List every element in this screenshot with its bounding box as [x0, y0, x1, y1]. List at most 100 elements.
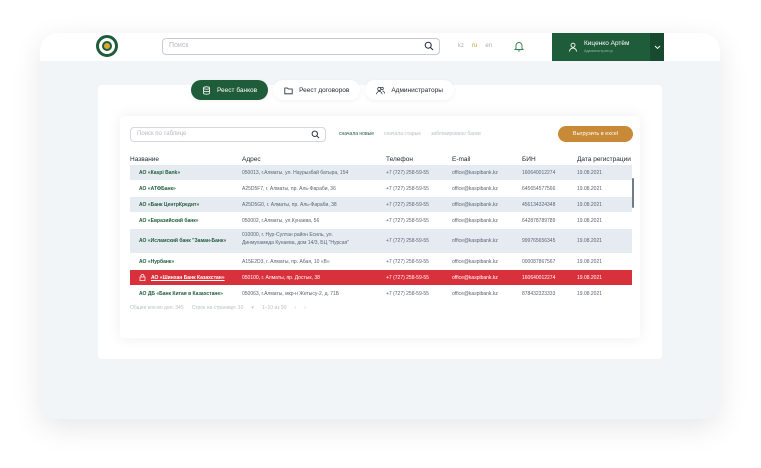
search-icon[interactable] [311, 130, 320, 139]
tab-contracts-registry[interactable]: Реест договоров [273, 80, 361, 100]
cell-address: 050002, г.Алматы, ул.Кунаева, 56 [242, 218, 320, 224]
cell-phone: +7 (727) 258-59-55 [386, 170, 429, 176]
column-header-name[interactable]: Название [130, 156, 159, 163]
export-excel-button[interactable]: Выгрузить в excel [558, 126, 633, 142]
table-row[interactable]: АО «Нурбанк» A15E2D3, г. Алматы, пр. Абая… [130, 254, 632, 269]
rows-per-page-select[interactable]: Строк на странице: 10 [192, 305, 244, 311]
top-bar: Поиск kz ru en Киценко Артём Администрат… [40, 33, 720, 61]
column-header-date[interactable]: Дата регистрации [577, 156, 631, 163]
table-row[interactable]: АО «Евразийский банк» 050002, г.Алматы, у… [130, 213, 632, 228]
bell-icon[interactable] [513, 40, 525, 52]
tab-administrators[interactable]: Администраторы [365, 80, 454, 100]
cell-bin: 645654577566 [522, 186, 556, 192]
user-menu[interactable]: Киценко Артём Администратор [552, 33, 664, 61]
tab-label: Реест банков [217, 86, 258, 94]
cell-phone: +7 (727) 258-59-55 [386, 186, 429, 192]
cell-name[interactable]: АО «Исламский банк "Заман-Банк» [139, 238, 226, 244]
cell-date: 19.08.2021 [577, 202, 603, 208]
sort-filters: сначала новые сначала старые заблокирова… [339, 131, 481, 137]
cell-date: 19.08.2021 [577, 186, 603, 192]
cell-date: 19.08.2021 [577, 259, 603, 265]
prev-page-icon[interactable]: ‹ [295, 305, 297, 311]
table-row[interactable]: АО «Исламский банк "Заман-Банк» 010000, г… [130, 229, 632, 253]
folder-icon [284, 87, 293, 94]
cell-date: 19.08.2021 [577, 291, 603, 297]
tab-banks-registry[interactable]: Реест банков [191, 80, 269, 100]
next-page-icon[interactable]: › [304, 305, 306, 311]
cell-name[interactable]: АО «Каspi Bank» [139, 170, 180, 176]
cell-name[interactable]: АО «Нурбанк» [139, 259, 174, 265]
lang-en[interactable]: en [485, 43, 492, 49]
cell-phone: +7 (727) 258-59-55 [386, 202, 429, 208]
cell-phone: +7 (727) 258-59-55 [386, 238, 429, 244]
cell-name[interactable]: АО «Банк ЦентрКредит» [139, 202, 199, 208]
language-switcher: kz ru en [458, 43, 492, 49]
cell-name[interactable]: АО «Шинхан Банк Казахстан» [151, 275, 225, 281]
lang-ru[interactable]: ru [472, 43, 477, 49]
logo-emblem [102, 41, 112, 51]
cell-email: office@kaspibank.kz [452, 291, 498, 297]
table-row[interactable]: АО «АТФБанк» A25D5F7, г. Алматы, пр. Аль-… [130, 181, 632, 196]
cell-bin: 456134324348 [522, 202, 556, 208]
table-row[interactable]: АО «Каspi Bank» 050013, г.Алматы, ул. Нау… [130, 165, 632, 180]
lang-kz[interactable]: kz [458, 43, 464, 49]
column-header-address[interactable]: Адрес [242, 156, 261, 163]
lock-icon [139, 274, 146, 281]
cell-email: office@kaspibank.kz [452, 186, 498, 192]
user-icon [569, 42, 577, 52]
cell-address: A15E2D3, г. Алматы, пр. Абая, 10 «В» [242, 259, 330, 265]
banks-table-card: Поиск по таблице сначала новые сначала с… [120, 116, 640, 338]
cell-name[interactable]: АО «АТФБанк» [139, 186, 176, 192]
cell-email: office@kaspibank.kz [452, 238, 498, 244]
cell-address: 050100, г. Алматы, пр. Достык, 38 [242, 275, 320, 281]
cell-email: office@kaspibank.kz [452, 259, 498, 265]
chevron-down-icon [654, 45, 660, 49]
cell-phone: +7 (727) 258-59-55 [386, 275, 429, 281]
search-input[interactable]: Поиск [162, 38, 440, 55]
user-role: Администратор [584, 48, 613, 53]
table-row[interactable]: АО «Банк ЦентрКредит» A25D5G0, г. Алматы,… [130, 197, 632, 212]
cell-bin: 878432323333 [522, 291, 556, 297]
table-search-placeholder: Поиск по таблице [137, 131, 187, 137]
main-tabs: Реест банков Реест договоров Администрат… [191, 80, 454, 100]
cell-address: 050013, г.Алматы, ул. Наурызбай батыра, … [242, 170, 349, 176]
filter-oldest[interactable]: сначала старые [384, 131, 421, 137]
table-footer: Общее кол-во дел: 345 Строк на странице:… [130, 305, 306, 311]
cell-email: office@kaspibank.kz [452, 170, 498, 176]
bank-logo[interactable] [96, 35, 118, 57]
database-icon [203, 85, 210, 95]
cell-bin: 160640012274 [522, 170, 556, 176]
column-header-bin[interactable]: БИН [522, 156, 536, 163]
table-row[interactable]: АО «Шинхан Банк Казахстан» 050100, г. Алм… [130, 270, 632, 285]
cell-date: 19.08.2021 [577, 275, 603, 281]
chevron-down-icon: ▾ [251, 305, 254, 311]
cell-email: office@kaspibank.kz [452, 275, 498, 281]
cell-name[interactable]: АО «Евразийский банк» [139, 218, 199, 224]
cell-date: 19.08.2021 [577, 218, 603, 224]
table-row[interactable]: АО ДБ «Банк Китая в Казахстане» 050063, г… [130, 286, 632, 301]
filter-newest[interactable]: сначала новые [339, 131, 374, 137]
filter-blocked[interactable]: заблокировано банки [431, 131, 481, 137]
cell-bin: 000087867567 [522, 259, 556, 265]
search-icon[interactable] [424, 41, 434, 51]
cell-bin: 160640012274 [522, 275, 556, 281]
tab-label: Реест договоров [299, 86, 350, 94]
cell-phone: +7 (727) 258-59-55 [386, 291, 429, 297]
cell-address-line2: Динмухамеда Кунаева, дом 14/3, БЦ "Нурса… [242, 240, 350, 246]
cell-bin: 642878789789 [522, 218, 556, 224]
cell-address: A25D5G0, г. Алматы, пр. Аль-Фараби, 38 [242, 202, 337, 208]
cell-name[interactable]: АО ДБ «Банк Китая в Казахстане» [139, 291, 223, 297]
cell-phone: +7 (727) 258-59-55 [386, 259, 429, 265]
cell-address: 050063, г.Алматы, мкр-н Жетысу-2, д. 71Б [242, 291, 340, 297]
cell-email: office@kaspibank.kz [452, 202, 498, 208]
column-header-phone[interactable]: Телефон [386, 156, 413, 163]
table-search-input[interactable]: Поиск по таблице [130, 127, 326, 142]
page-range: 1–10 из 90 [261, 305, 287, 311]
user-name: Киценко Артём [584, 40, 630, 47]
users-icon [376, 86, 386, 94]
tab-label: Администраторы [391, 86, 443, 94]
cell-address: 010000, г. Нур-Султан район Есиль, ул. [242, 232, 333, 238]
column-header-email[interactable]: E-mail [452, 156, 470, 163]
user-dropdown-toggle[interactable] [650, 33, 664, 61]
table-scrollbar[interactable] [632, 178, 634, 208]
